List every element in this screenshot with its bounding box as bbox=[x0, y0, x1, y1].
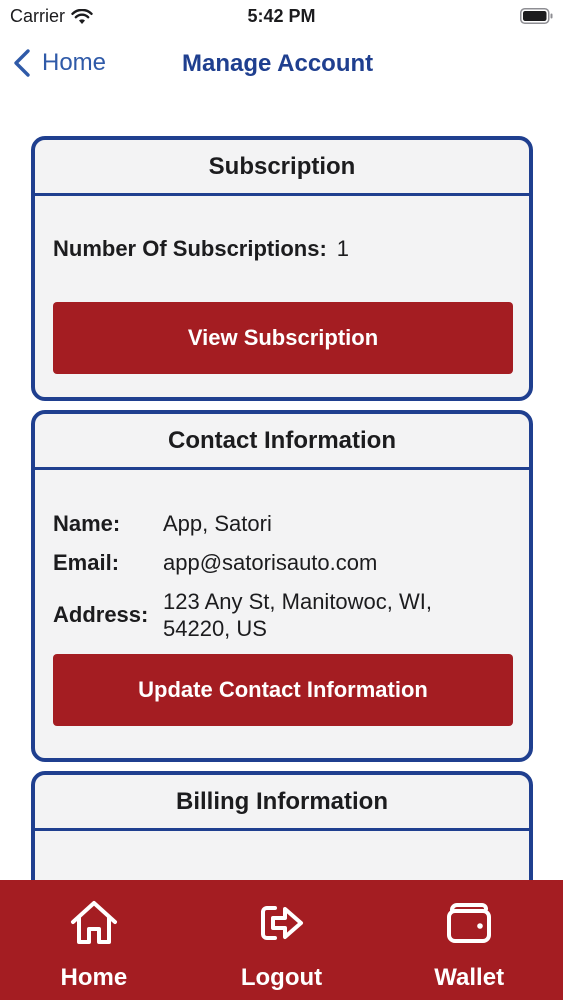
back-button[interactable]: Home bbox=[12, 48, 106, 78]
name-label: Name: bbox=[53, 510, 121, 536]
email-label: Email: bbox=[53, 549, 120, 575]
contact-card-header: Contact Information bbox=[35, 414, 529, 470]
address-value: 123 Any St, Manitowoc, WI, 54220, US bbox=[163, 589, 433, 641]
email-value: app@satorisauto.com bbox=[163, 550, 378, 575]
billing-card-title: Billing Information bbox=[176, 787, 388, 815]
name-value: App, Satori bbox=[163, 511, 272, 536]
subscription-count-row: Number Of Subscriptions: 1 bbox=[53, 236, 511, 262]
tab-wallet-label: Wallet bbox=[434, 964, 505, 991]
navigation-bar: Home Manage Account bbox=[0, 40, 563, 88]
contact-name-row: Name: App, Satori bbox=[53, 510, 511, 537]
contact-address-row: Address: 123 Any St, Manitowoc, WI, 5422… bbox=[53, 588, 511, 642]
view-subscription-button[interactable]: View Subscription bbox=[53, 302, 513, 374]
subscription-card-header: Subscription bbox=[35, 140, 529, 196]
tab-logout[interactable]: Logout bbox=[188, 880, 376, 1000]
tab-wallet[interactable]: Wallet bbox=[375, 880, 563, 1000]
battery-icon bbox=[520, 8, 553, 24]
wallet-icon bbox=[447, 903, 492, 943]
back-button-label: Home bbox=[42, 49, 107, 76]
contact-info-table: Name: App, Satori Email: app@satorisauto… bbox=[53, 510, 511, 642]
subscription-card: Subscription Number Of Subscriptions: 1 … bbox=[31, 136, 533, 401]
chevron-left-icon bbox=[14, 49, 30, 77]
contact-card-body: Name: App, Satori Email: app@satorisauto… bbox=[35, 510, 529, 726]
page-title: Manage Account bbox=[182, 50, 374, 77]
subscription-count-value: 1 bbox=[336, 236, 350, 261]
status-time: 5:42 PM bbox=[247, 6, 316, 26]
contact-information-card: Contact Information Name: App, Satori Em… bbox=[31, 410, 533, 762]
tab-home[interactable]: Home bbox=[0, 880, 188, 1000]
address-label: Address: bbox=[53, 602, 149, 627]
update-contact-information-button[interactable]: Update Contact Information bbox=[53, 654, 513, 726]
subscription-count-label: Number Of Subscriptions: bbox=[53, 236, 327, 261]
home-icon bbox=[70, 901, 117, 944]
contact-email-row: Email: app@satorisauto.com bbox=[53, 549, 511, 576]
tab-bar: Home Logout Wallet bbox=[0, 880, 563, 1000]
subscription-card-body: Number Of Subscriptions: 1 View Subscrip… bbox=[35, 236, 529, 374]
billing-card-header: Billing Information bbox=[35, 775, 529, 831]
status-bar: Carrier 5:42 PM bbox=[0, 0, 563, 32]
logout-icon bbox=[260, 906, 303, 940]
contact-card-title: Contact Information bbox=[168, 426, 396, 454]
tab-home-label: Home bbox=[60, 964, 128, 991]
subscription-card-title: Subscription bbox=[208, 152, 356, 180]
tab-logout-label: Logout bbox=[240, 964, 323, 991]
screen: Carrier 5:42 PM Home Manage Account Subs… bbox=[0, 0, 563, 1000]
